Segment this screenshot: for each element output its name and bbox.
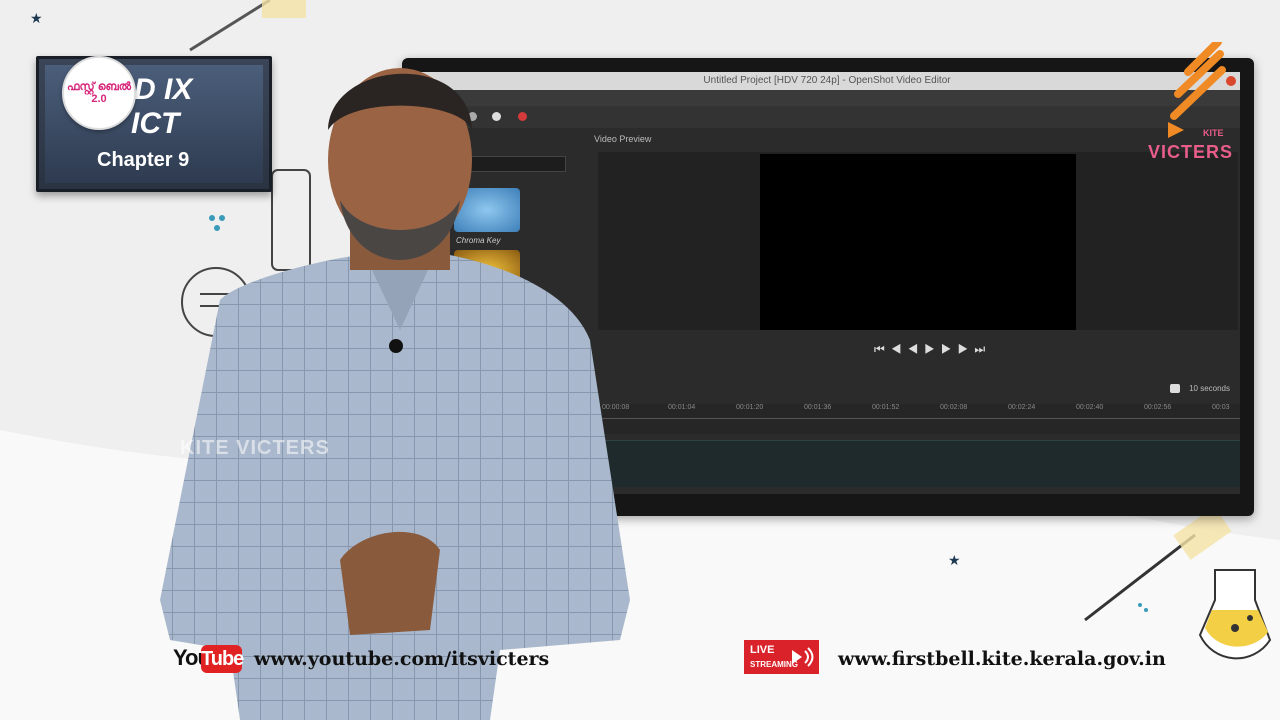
ruler-tick: 00:02:40	[1076, 404, 1104, 411]
playback-controls[interactable]: ⏮◀◀▶▶▶⏭	[874, 342, 991, 357]
zoom-slider[interactable]	[1170, 384, 1180, 393]
ruler-tick: 00:01:36	[804, 404, 832, 411]
ruler-tick: 00:01:20	[736, 404, 764, 411]
timeline-ruler[interactable]: 00:00:08 00:01:04 00:01:20 00:01:36 00:0…	[598, 404, 1240, 419]
video-preview-canvas	[760, 154, 1076, 330]
ruler-tick: 00:01:52	[872, 404, 900, 411]
timeline-track[interactable]	[598, 440, 1240, 487]
presenter-image	[160, 68, 630, 720]
firstbell-website-url[interactable]: www.firstbell.kite.kerala.gov.in	[838, 648, 1166, 670]
youtube-url[interactable]: www.youtube.com/itsvicters	[254, 648, 549, 670]
live-label: LIVE	[750, 644, 775, 656]
firstbell-logo-text: ഫസ്റ്റ് ബെൽ 2.0	[66, 81, 132, 105]
star-decoration-icon: ★	[948, 552, 961, 568]
youtube-logo-icon: Tube	[201, 645, 244, 673]
ruler-tick: 00:01:04	[668, 404, 696, 411]
timeline-ruler-area: 00:00:08 00:01:04 00:01:20 00:01:36 00:0…	[598, 404, 1240, 434]
ruler-tick: 00:02:56	[1144, 404, 1172, 411]
victers-logo-text: VICTERS	[1148, 142, 1234, 162]
video-preview-panel	[598, 152, 1238, 330]
live-streaming-badge: LIVE STREAMING	[744, 640, 819, 674]
channel-watermark: KITE VICTERS	[180, 437, 330, 459]
broadcast-icon	[792, 647, 814, 667]
zoom-label: 10 seconds	[1189, 384, 1230, 393]
ruler-tick: 00:03	[1212, 404, 1230, 411]
ruler-tick: 00:02:24	[1008, 404, 1036, 411]
ruler-tick: 00:02:08	[940, 404, 968, 411]
star-decoration-icon: ★	[30, 10, 43, 26]
kite-logo-text: KITE	[1203, 128, 1224, 138]
firstbell-logo: ഫസ്റ്റ് ബെൽ 2.0	[62, 56, 136, 130]
